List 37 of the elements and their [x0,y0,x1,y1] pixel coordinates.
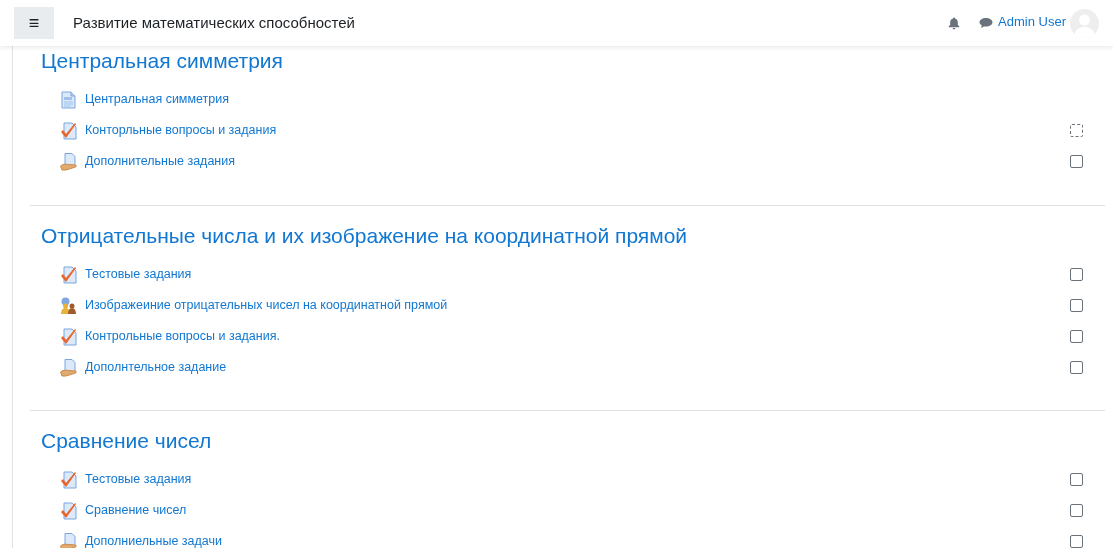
menu-button[interactable]: ≡ [14,7,54,39]
completion-checkbox[interactable] [1070,504,1083,517]
activity-link[interactable]: Контрольные вопросы и задания. [85,327,280,346]
activity-link[interactable]: Конторльные вопросы и задания [85,121,277,140]
hand-document-icon [60,532,78,548]
section-title[interactable]: Центральная симметрия [41,46,1105,76]
user-name-link[interactable]: Admin User [998,12,1066,32]
chat-icon[interactable] [979,17,994,29]
bell-icon[interactable] [948,16,961,30]
activity-link[interactable]: Дополниельные задачи [85,532,222,548]
completion-checkbox[interactable] [1070,124,1083,137]
checkmark-document-icon [60,501,78,520]
course-title: Развитие математических способностей [73,12,355,33]
hand-document-icon [60,152,78,171]
activity-link[interactable]: Дополнтельное задание [85,358,227,377]
document-icon [60,90,78,109]
activity-link[interactable]: Сравнение чисел [85,501,187,520]
activity-link[interactable]: Тестовые задания [85,470,192,489]
activity-link[interactable]: Изображеиние отрицательных чисел на координатной прямой [85,296,448,315]
activity-link[interactable]: Дополнительные задания [85,152,235,171]
completion-checkbox[interactable] [1070,535,1083,548]
section-title[interactable]: Отрицательные числа и их изображение на координатной прямой [41,221,1105,251]
people-icon [60,296,78,315]
hand-document-icon [60,358,78,377]
completion-checkbox[interactable] [1070,155,1083,168]
checkmark-document-icon [60,327,78,346]
activity-link[interactable]: Тестовые задания [85,265,192,284]
completion-checkbox[interactable] [1070,268,1083,281]
checkmark-document-icon [60,265,78,284]
checkmark-document-icon [60,121,78,140]
completion-checkbox[interactable] [1070,361,1083,374]
checkmark-document-icon [60,470,78,489]
completion-checkbox[interactable] [1070,299,1083,312]
section-title[interactable]: Сравнение чисел [41,426,1105,456]
completion-checkbox[interactable] [1070,473,1083,486]
completion-checkbox[interactable] [1070,330,1083,343]
activity-link[interactable]: Центральная симметрия [85,90,230,109]
